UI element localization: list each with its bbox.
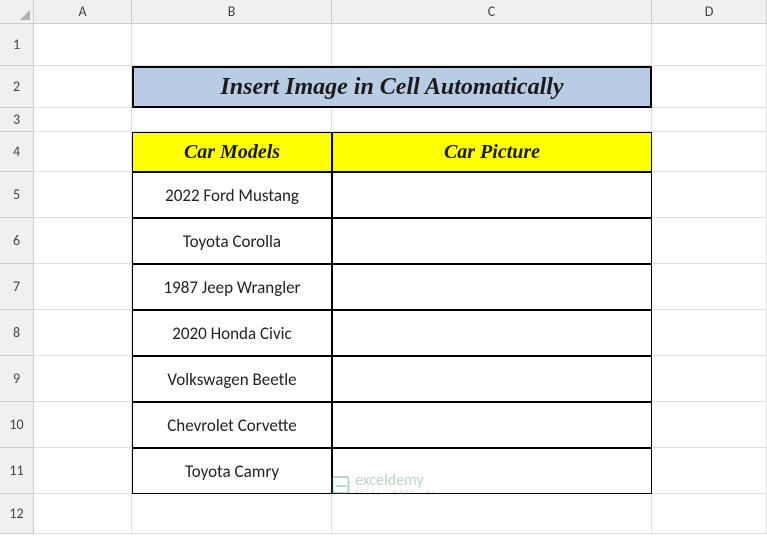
header-car-picture[interactable]: Car Picture bbox=[332, 132, 652, 172]
cell-d9[interactable] bbox=[652, 356, 767, 402]
cell-a7[interactable] bbox=[34, 264, 132, 310]
car-model-cell[interactable]: 2022 Ford Mustang bbox=[132, 172, 332, 218]
select-all-corner[interactable] bbox=[0, 0, 34, 24]
car-picture-cell[interactable] bbox=[332, 448, 652, 494]
cell-d12[interactable] bbox=[652, 494, 767, 534]
cell-d6[interactable] bbox=[652, 218, 767, 264]
column-headers: A B C D bbox=[34, 0, 767, 24]
cell-a1[interactable] bbox=[34, 24, 132, 66]
car-picture-cell[interactable] bbox=[332, 264, 652, 310]
cell-a4[interactable] bbox=[34, 132, 132, 172]
cell-a10[interactable] bbox=[34, 402, 132, 448]
row-header-8[interactable]: 8 bbox=[0, 310, 34, 356]
cell-grid: Insert Image in Cell Automatically Car M… bbox=[34, 24, 767, 534]
cell-a9[interactable] bbox=[34, 356, 132, 402]
cell-d11[interactable] bbox=[652, 448, 767, 494]
cell-a6[interactable] bbox=[34, 218, 132, 264]
car-model-cell[interactable]: 1987 Jeep Wrangler bbox=[132, 264, 332, 310]
row-header-2[interactable]: 2 bbox=[0, 66, 34, 108]
car-picture-cell[interactable] bbox=[332, 310, 652, 356]
car-picture-cell[interactable] bbox=[332, 172, 652, 218]
row-header-4[interactable]: 4 bbox=[0, 132, 34, 172]
col-header-c[interactable]: C bbox=[332, 0, 652, 24]
cell-d1[interactable] bbox=[652, 24, 767, 66]
cell-a12[interactable] bbox=[34, 494, 132, 534]
header-car-models[interactable]: Car Models bbox=[132, 132, 332, 172]
car-model-cell[interactable]: Chevrolet Corvette bbox=[132, 402, 332, 448]
cell-b1[interactable] bbox=[132, 24, 332, 66]
row-header-7[interactable]: 7 bbox=[0, 264, 34, 310]
col-header-b[interactable]: B bbox=[132, 0, 332, 24]
cell-d8[interactable] bbox=[652, 310, 767, 356]
cell-a2[interactable] bbox=[34, 66, 132, 108]
row-header-11[interactable]: 11 bbox=[0, 448, 34, 494]
cell-a5[interactable] bbox=[34, 172, 132, 218]
row-header-6[interactable]: 6 bbox=[0, 218, 34, 264]
col-header-d[interactable]: D bbox=[652, 0, 767, 24]
cell-a8[interactable] bbox=[34, 310, 132, 356]
car-model-cell[interactable]: Toyota Corolla bbox=[132, 218, 332, 264]
cell-d5[interactable] bbox=[652, 172, 767, 218]
car-picture-cell[interactable] bbox=[332, 402, 652, 448]
car-model-cell[interactable]: Toyota Camry bbox=[132, 448, 332, 494]
cell-b12[interactable] bbox=[132, 494, 332, 534]
col-header-a[interactable]: A bbox=[34, 0, 132, 24]
row-header-9[interactable]: 9 bbox=[0, 356, 34, 402]
title-cell[interactable]: Insert Image in Cell Automatically bbox=[132, 66, 652, 108]
spreadsheet: A B C D 1 2 3 4 5 6 7 8 9 10 11 12 Inser… bbox=[0, 0, 767, 536]
row-header-12[interactable]: 12 bbox=[0, 494, 34, 534]
cell-c12[interactable] bbox=[332, 494, 652, 534]
car-picture-cell[interactable] bbox=[332, 218, 652, 264]
row-header-3[interactable]: 3 bbox=[0, 108, 34, 132]
cell-c3[interactable] bbox=[332, 108, 652, 132]
cell-d4[interactable] bbox=[652, 132, 767, 172]
cell-a11[interactable] bbox=[34, 448, 132, 494]
cell-d2[interactable] bbox=[652, 66, 767, 108]
cell-d3[interactable] bbox=[652, 108, 767, 132]
cell-b3[interactable] bbox=[132, 108, 332, 132]
cell-a3[interactable] bbox=[34, 108, 132, 132]
row-header-10[interactable]: 10 bbox=[0, 402, 34, 448]
row-header-1[interactable]: 1 bbox=[0, 24, 34, 66]
cell-d7[interactable] bbox=[652, 264, 767, 310]
car-model-cell[interactable]: 2020 Honda Civic bbox=[132, 310, 332, 356]
row-headers: 1 2 3 4 5 6 7 8 9 10 11 12 bbox=[0, 24, 34, 534]
cell-d10[interactable] bbox=[652, 402, 767, 448]
row-header-5[interactable]: 5 bbox=[0, 172, 34, 218]
car-picture-cell[interactable] bbox=[332, 356, 652, 402]
cell-c1[interactable] bbox=[332, 24, 652, 66]
car-model-cell[interactable]: Volkswagen Beetle bbox=[132, 356, 332, 402]
